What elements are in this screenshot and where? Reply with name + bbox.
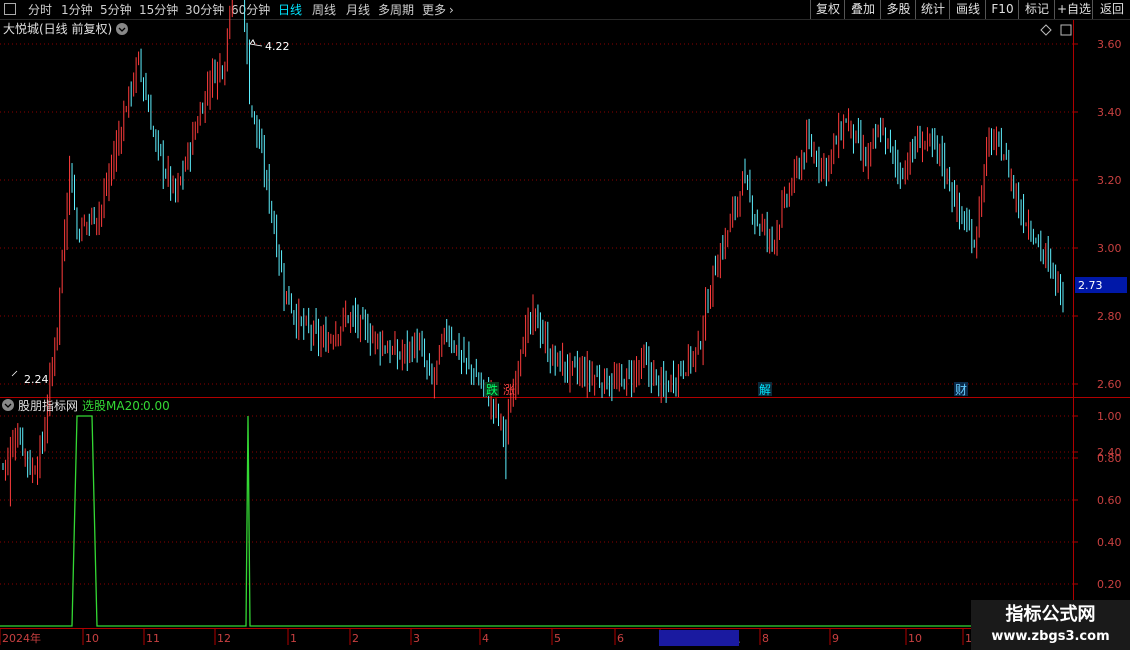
candlestick-series <box>2 0 1064 507</box>
date-tick-label: 9 <box>832 632 839 645</box>
price-tick-label: 2.60 <box>1097 378 1122 391</box>
date-tick-label: 2 <box>352 632 359 645</box>
watermark-url: www.zbgs3.com <box>991 629 1110 644</box>
cursor-date-box <box>659 630 739 646</box>
date-tick-label: 2024年 <box>2 631 41 645</box>
watermark-title: 指标公式网 <box>1005 604 1096 625</box>
diamond-icon <box>1040 24 1052 36</box>
price-tick-label: 3.60 <box>1097 38 1122 51</box>
price-tick-label: 3.40 <box>1097 106 1122 119</box>
current-price-label: 2.73 <box>1078 279 1103 292</box>
main-panel-title: 大悦城(日线 前复权) <box>3 21 112 36</box>
chart-grid <box>0 43 1073 585</box>
date-tick-label: 8 <box>762 632 769 645</box>
date-tick-label: 6 <box>617 632 624 645</box>
high-marker <box>249 39 256 45</box>
date-axis: 2024年1011121234562025/06/20/五89101 <box>0 629 972 645</box>
indicator-tick-label: 0.20 <box>1097 578 1122 591</box>
date-tick-label: 5 <box>554 632 561 645</box>
event-marker-down: 跌 <box>486 382 498 397</box>
low-label: 2.24 <box>24 373 49 386</box>
watermark: 指标公式网 www.zbgs3.com <box>971 600 1130 650</box>
price-tick-label: 2.80 <box>1097 310 1122 323</box>
price-axis: 4.204.003.803.603.403.203.002.802.602.40 <box>1073 38 1122 459</box>
indicator-tick-label: 0.80 <box>1097 452 1122 465</box>
date-tick-label: 10 <box>908 632 922 645</box>
indicator-series-label: 选股MA20: <box>82 399 144 413</box>
date-tick-label: 4 <box>482 632 489 645</box>
indicator-tick-label: 0.40 <box>1097 536 1122 549</box>
indicator-tick-label: 1.00 <box>1097 410 1122 423</box>
indicator-series-value: 0.00 <box>143 399 170 413</box>
indicator-tick-label: 0.60 <box>1097 494 1122 507</box>
kline-chart[interactable]: 4.204.003.803.603.403.203.002.802.602.40… <box>0 0 1130 650</box>
price-tick-label: 3.20 <box>1097 174 1122 187</box>
date-tick-label: 12 <box>217 632 231 645</box>
price-tick-label: 3.00 <box>1097 242 1122 255</box>
event-marker-finance: 财 <box>955 383 967 397</box>
indicator-dropdown-icon <box>2 399 14 411</box>
date-tick-label: 3 <box>413 632 420 645</box>
indicator-line <box>0 415 1073 627</box>
low-leader <box>11 370 18 377</box>
date-tick-label: 10 <box>85 632 99 645</box>
title-dropdown-icon <box>116 23 128 35</box>
event-marker-unlock: 解 <box>759 383 771 397</box>
date-tick-label: 11 <box>146 632 160 645</box>
indicator-axis: 1.00 0.80 0.60 0.40 0.20 <box>1073 410 1122 591</box>
panel-toggle-icon <box>1060 24 1072 36</box>
indicator-name: 股朋指标网 <box>18 398 78 413</box>
date-tick-label: 1 <box>290 632 297 645</box>
high-label: 4.22 <box>265 40 290 53</box>
event-marker-up: 涨 <box>503 382 515 397</box>
